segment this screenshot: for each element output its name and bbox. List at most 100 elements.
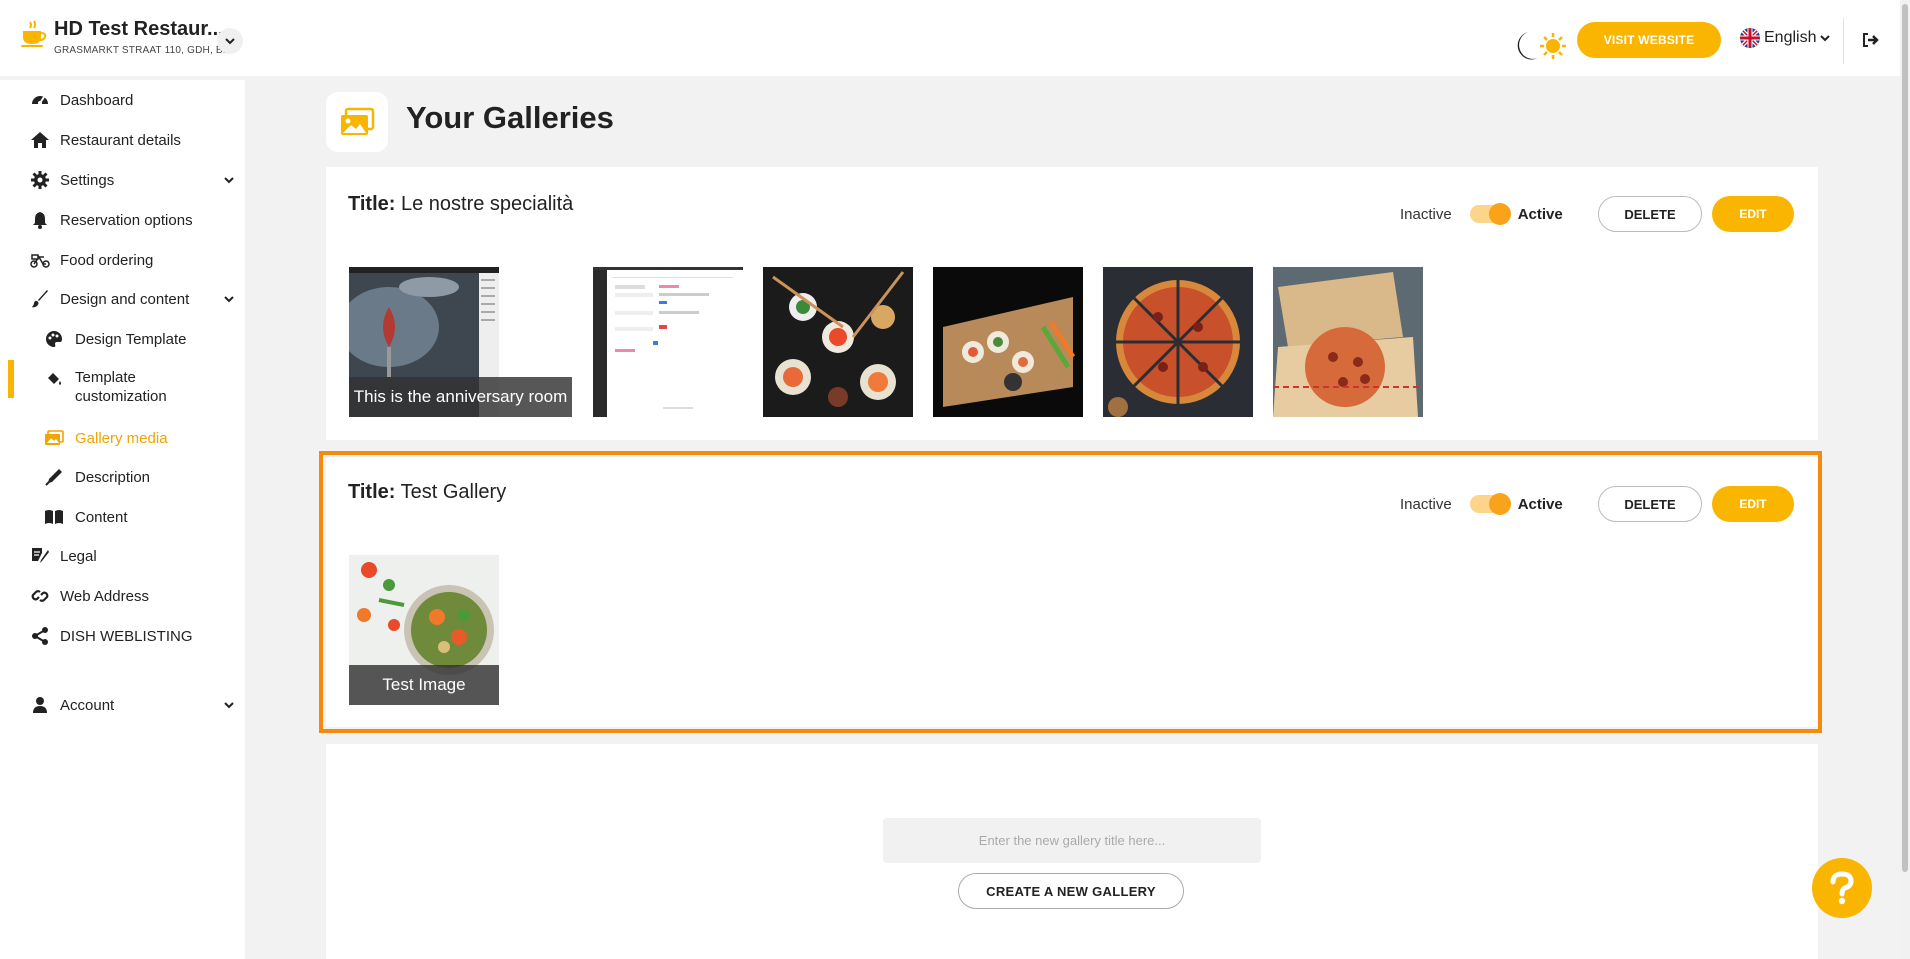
pizza-photo (1103, 267, 1253, 417)
sidebar-item-restaurant-details[interactable]: Restaurant details (0, 122, 245, 158)
gallery-status: Inactive Active (1400, 203, 1563, 225)
chevron-down-icon (224, 702, 234, 709)
sidebar-item-label: Restaurant details (60, 131, 181, 149)
gallery-image[interactable] (593, 267, 743, 417)
home-icon (30, 130, 50, 150)
chevron-down-icon (224, 296, 234, 303)
restaurant-switch-button[interactable] (217, 28, 243, 54)
sun-icon (1540, 33, 1566, 59)
sidebar-item-gallery-media[interactable]: Gallery media (0, 420, 245, 456)
top-header: HD Test Restaur... GRASMARKT STRAAT 110,… (0, 0, 1900, 76)
header-divider (1843, 18, 1844, 64)
help-button[interactable] (1812, 858, 1872, 918)
sidebar-item-settings[interactable]: Settings (0, 162, 245, 198)
gallery-title-text: Le nostre specialità (400, 193, 574, 215)
user-icon (30, 695, 50, 715)
pen-icon (44, 467, 64, 487)
restaurant-name: HD Test Restaur... (54, 18, 224, 40)
sidebar-item-label: Gallery media (75, 429, 168, 447)
logout-button[interactable] (1858, 28, 1882, 52)
sidebar-item-label: Account (60, 696, 115, 714)
bike-icon (30, 250, 50, 270)
uk-flag-icon (1740, 28, 1760, 48)
sidebar-item-food-ordering[interactable]: Food ordering (0, 242, 245, 278)
sidebar-item-label: Reservation options (60, 211, 193, 229)
sidebar: Dashboard Restaurant details Settings Re… (0, 80, 245, 959)
sidebar-item-label: Template (75, 369, 136, 386)
sidebar-item-label: Legal (60, 547, 97, 565)
moon-icon (1517, 32, 1538, 60)
question-icon (1830, 871, 1854, 905)
highlight-frame (319, 451, 1822, 733)
restaurant-brand[interactable]: HD Test Restaur... GRASMARKT STRAAT 110,… (20, 18, 230, 56)
language-label: English (1764, 29, 1817, 46)
theme-toggle[interactable] (1508, 28, 1568, 62)
page-scrollbar[interactable] (1900, 0, 1910, 959)
pizza-box-photo (1273, 267, 1423, 417)
gallery-card: Title: Le nostre specialità Inactive Act… (326, 167, 1818, 440)
image-caption: This is the anniversary room (349, 377, 572, 417)
new-gallery-title-input[interactable] (883, 818, 1261, 863)
sidebar-item-label: Description (75, 468, 151, 486)
chevron-down-icon (1820, 35, 1831, 42)
sidebar-item-content[interactable]: Content (0, 499, 245, 535)
sidebar-item-label: Design Template (75, 330, 187, 348)
inactive-label: Inactive (1400, 205, 1452, 223)
sidebar-item-label: DISH WEBLISTING (60, 627, 193, 645)
sidebar-item-label: Content (75, 508, 128, 526)
images-icon (44, 428, 64, 448)
palette-icon (44, 329, 64, 349)
logout-icon (1863, 33, 1879, 47)
language-selector[interactable]: English (1740, 28, 1831, 48)
bell-icon (30, 210, 50, 230)
sidebar-item-label: Settings (60, 171, 115, 189)
image-caption-text: This is the anniversary room (349, 377, 572, 417)
sidebar-item-design-template[interactable]: Design Template (0, 321, 245, 357)
gear-icon (30, 170, 50, 190)
sidebar-item-label-line2: customization (75, 388, 167, 405)
link-icon (30, 586, 50, 606)
sidebar-item-design-and-content[interactable]: Design and content (0, 281, 245, 317)
sidebar-item-description[interactable]: Description (0, 459, 245, 495)
restaurant-address: GRASMARKT STRAAT 110, GDH, BE (54, 45, 230, 56)
brush-icon (30, 289, 50, 309)
screenshot-photo (593, 267, 743, 417)
sidebar-item-reservation-options[interactable]: Reservation options (0, 202, 245, 238)
delete-gallery-button[interactable]: DELETE (1598, 196, 1702, 232)
visit-website-button[interactable]: VISIT WEBSITE (1577, 22, 1721, 58)
sushi-photo (763, 267, 913, 417)
sidebar-item-label: Web Address (60, 587, 149, 605)
document-sign-icon (30, 546, 50, 566)
sidebar-item-account[interactable]: Account (0, 687, 245, 723)
sushi-board-photo (933, 267, 1083, 417)
toggle-knob (1488, 203, 1511, 225)
gallery-image[interactable] (763, 267, 913, 417)
sidebar-item-label: Design and content (60, 290, 190, 308)
dashboard-icon (30, 90, 50, 110)
chevron-down-icon (224, 177, 234, 184)
edit-gallery-button[interactable]: EDIT (1712, 196, 1794, 232)
gallery-image[interactable] (1273, 267, 1423, 417)
chevron-down-icon (225, 38, 235, 45)
create-gallery-button[interactable]: CREATE A NEW GALLERY (958, 873, 1184, 909)
sidebar-item-label: Dashboard (60, 91, 134, 109)
sidebar-item-legal[interactable]: Legal (0, 538, 245, 574)
gallery-title: Title: Le nostre specialità (348, 193, 573, 216)
page-title: Your Galleries (406, 100, 614, 135)
images-icon (341, 107, 375, 135)
sidebar-item-dish-weblisting[interactable]: DISH WEBLISTING (0, 618, 245, 654)
gallery-image[interactable] (1103, 267, 1253, 417)
coffee-cup-logo-icon (21, 20, 47, 47)
sidebar-item-label: Food ordering (60, 251, 154, 269)
gallery-image[interactable] (933, 267, 1083, 417)
share-icon (30, 626, 50, 646)
sidebar-item-template-customization[interactable]: Template customization (0, 361, 245, 407)
gallery-title-prefix: Title: (348, 193, 396, 215)
scrollbar-thumb[interactable] (1902, 4, 1908, 872)
active-toggle[interactable] (1469, 203, 1511, 225)
sidebar-item-web-address[interactable]: Web Address (0, 578, 245, 614)
active-label: Active (1517, 205, 1563, 223)
book-icon (44, 507, 64, 527)
sidebar-item-dashboard[interactable]: Dashboard (0, 82, 245, 118)
gallery-page-icon (326, 92, 388, 152)
